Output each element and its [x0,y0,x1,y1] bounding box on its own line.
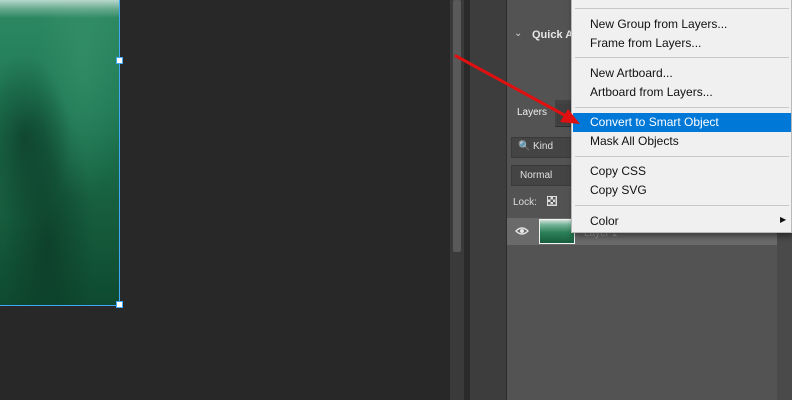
menu-item-mask-all-objects[interactable]: Mask All Objects [573,132,791,151]
menu-separator [575,205,789,206]
menu-separator [575,156,789,157]
tab-layers-label: Layers [517,107,548,118]
menu-item-convert-to-smart-object[interactable]: Convert to Smart Object [573,113,791,132]
menu-item-copy-svg[interactable]: Copy SVG [573,181,791,200]
blend-mode-value: Normal [520,170,553,181]
canvas-image-highlight [0,0,119,18]
menu-item-frame-from-layers[interactable]: Frame from Layers... [573,34,791,53]
menu-item-artboard-from-layers[interactable]: Artboard from Layers... [573,83,791,102]
layer-filter-kind-label: Kind [533,141,554,152]
menu-separator [575,8,789,9]
menu-item-color[interactable]: Color [573,212,791,231]
transform-handle-bottom-right[interactable] [116,301,123,308]
chevron-down-icon[interactable]: ⌄ [514,28,522,39]
menu-item-new-artboard[interactable]: New Artboard... [573,64,791,83]
submenu-arrow-icon: ▶ [780,215,787,224]
panel-icon-strip [470,0,507,400]
lock-transparent-pixels-icon[interactable] [547,196,557,206]
layer-thumbnail[interactable] [539,219,575,244]
search-icon: 🔍 [518,141,531,152]
menu-item-new-group-from-layers[interactable]: New Group from Layers... [573,15,791,34]
transform-handle-right[interactable] [116,57,123,64]
canvas-scrollbar-thumb[interactable] [453,0,461,252]
menu-item-partial[interactable] [573,0,791,13]
eye-icon[interactable] [515,226,529,236]
lock-label: Lock: [513,197,537,208]
menu-item-copy-css[interactable]: Copy CSS [573,162,791,181]
canvas-image[interactable] [0,0,120,306]
menu-separator [575,107,789,108]
quick-actions-title: Quick A [532,29,574,41]
tab-channels[interactable] [557,104,571,124]
menu-separator [575,57,789,58]
